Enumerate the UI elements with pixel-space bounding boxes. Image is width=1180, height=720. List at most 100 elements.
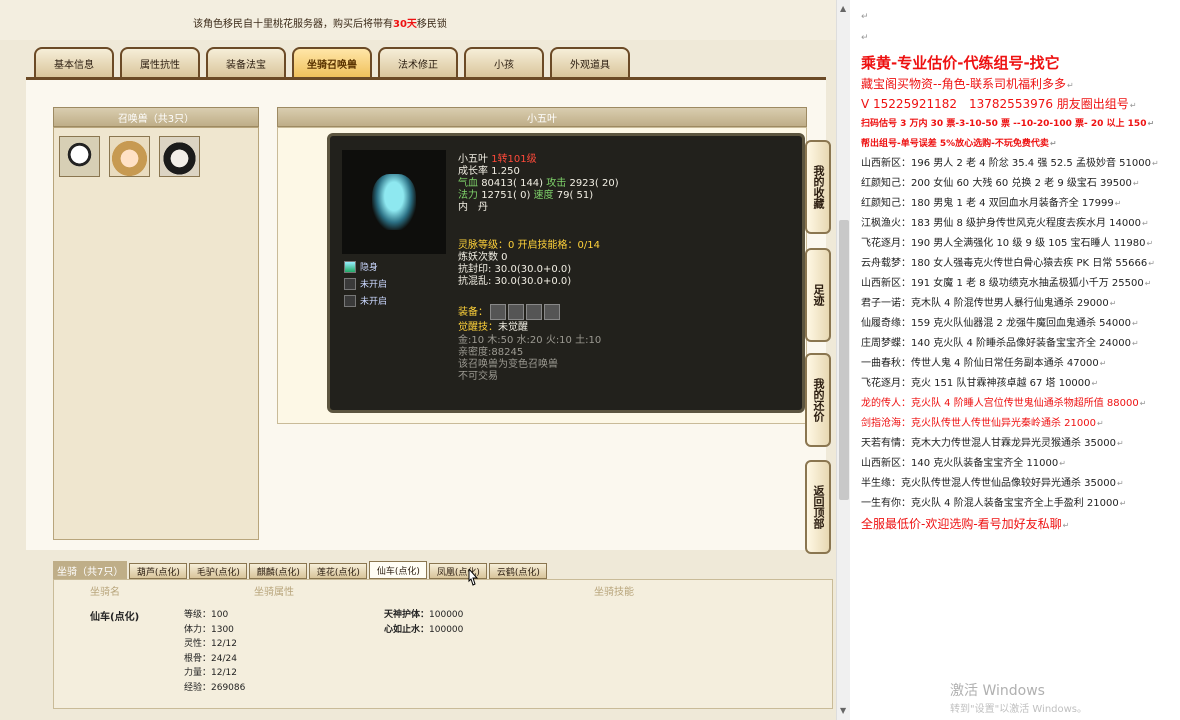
scroll-up-icon[interactable]: ▲: [840, 4, 846, 13]
equip-slot-2[interactable]: [508, 304, 524, 320]
doc-line: 君子一诺：克木队 4 阶混传世男人暴行仙鬼通杀 29000↵: [861, 294, 1179, 314]
attack-label: 攻击: [546, 178, 567, 189]
pet-skill-1[interactable]: 隐身: [344, 260, 378, 273]
doc-line-text: 龙的传人：克火队 4 阶睡人宫位传世鬼仙通杀物超所值 88000: [861, 398, 1139, 409]
mount-tab-crane[interactable]: 云鹤(点化): [489, 563, 548, 579]
doc-line-text: 山西新区：191 女魔 1 老 8 级功绩克水抽孟极狐小千万 25500: [861, 278, 1144, 289]
paragraph-mark-icon: ↵: [1132, 179, 1140, 188]
doc-line: 帮出组号-单号误差 5%放心选购-不玩免费代卖↵: [861, 134, 1179, 154]
back-to-top-button[interactable]: 返回顶部: [805, 460, 831, 554]
doc-line-text: 一生有你：克火队 4 阶混人装备宝宝齐全上手盈利 21000: [861, 498, 1119, 509]
pet-detail-header: 小五叶: [277, 107, 807, 127]
awaken-label: 觉醒技：: [458, 322, 498, 333]
doc-line: 飞花逐月：克火 151 队甘霖神孩卓越 67 塔 10000↵: [861, 374, 1179, 394]
mount-tab-phoenix[interactable]: 凤凰(点化): [429, 563, 488, 579]
paragraph-mark-icon: ↵: [1146, 239, 1154, 248]
mp-label: 法力: [458, 190, 478, 201]
doc-line: 云舟载梦：180 女人强毒克火传世白骨心猿去疾 PK 日常 55666↵: [861, 254, 1179, 274]
mount-tab-immortal-cart[interactable]: 仙车(点化): [369, 561, 428, 579]
pet-avatar-panda[interactable]: [59, 136, 100, 177]
doc-line: 天若有情：克木大力传世混人甘霖龙异光灵猴通杀 35000↵: [861, 434, 1179, 454]
mount-skill: 心如止水：100000: [384, 623, 463, 638]
doc-line-text: 山西新区：196 男人 2 老 4 阶忿 35.4 强 52.5 孟极妙音 51…: [861, 158, 1151, 169]
pet-skill-3[interactable]: 未开启: [344, 294, 387, 307]
paragraph-mark-icon: ↵: [1139, 399, 1147, 408]
paragraph-mark-icon: ↵: [1129, 101, 1137, 110]
tab-appearance[interactable]: 外观道具: [550, 47, 630, 77]
doc-line: 藏宝阁买物资--角色-联系司机福利多多↵: [861, 74, 1179, 94]
col-mount-name: 坐骑名: [90, 587, 120, 598]
page-scrollbar[interactable]: ▲ ▼: [836, 0, 850, 720]
mounts-table: 坐骑名 坐骑属性 坐骑技能 仙车(点化) 等级：100 体力：1300 灵性：1…: [53, 579, 833, 709]
mount-attr: 经验：269086: [184, 682, 246, 693]
pet-intimacy: 亲密度:88245: [458, 347, 524, 358]
doc-line: 一生有你：克火队 4 阶混人装备宝宝齐全上手盈利 21000↵: [861, 494, 1179, 514]
pet-list-header: 召唤兽（共3只）: [53, 107, 259, 127]
pet-chaos-resist: 抗混乱: 30.0(30.0+0.0): [458, 276, 572, 287]
paragraph-mark-icon: ↵: [1097, 419, 1104, 428]
locked-skill-icon: [344, 277, 356, 290]
mounts-title: 坐骑（共7只）: [53, 561, 128, 579]
mount-tab-qilin[interactable]: 麒麟(点化): [249, 563, 308, 579]
equip-slot-3[interactable]: [526, 304, 542, 320]
my-offers-button[interactable]: 我的还价: [805, 353, 831, 447]
col-mount-attrs: 坐骑属性: [254, 587, 294, 598]
doc-line: 仙履奇缘：159 克火队仙器混 2 龙强牛魔回血鬼通杀 54000↵: [861, 314, 1179, 334]
mount-attr: 体力：1300: [184, 624, 234, 635]
hp-label: 气血: [458, 178, 478, 189]
doc-line-text: 全服最低价-欢迎选购-看号加好友私聊: [861, 517, 1062, 531]
paragraph-mark-icon: ↵: [861, 12, 869, 22]
mount-skills: 天神护体：100000 心如止水：100000: [384, 608, 463, 637]
pet-refine-count: 炼妖次数 0: [458, 252, 508, 263]
pet-skill-label: 隐身: [360, 263, 379, 273]
equip-slot-4[interactable]: [544, 304, 560, 320]
mount-tab-donkey[interactable]: 毛驴(点化): [189, 563, 248, 579]
stealth-skill-icon: [344, 260, 356, 273]
doc-line-text: 红颜知己：200 女仙 60 大残 60 兑换 2 老 9 级宝石 39500: [861, 178, 1132, 189]
tab-mounts-pets[interactable]: 坐骑召唤兽: [292, 47, 372, 77]
doc-line-text: 扫码估号 3 万内 30 票-3-10-50 票 --10-20-100 票- …: [861, 119, 1147, 129]
favorites-label: 我的收藏: [812, 165, 825, 209]
pet-elements: 金:10 木:50 水:20 火:10 土:10: [458, 335, 602, 346]
paragraph-mark-icon: ↵: [1067, 81, 1074, 90]
footprint-button[interactable]: 足迹: [805, 248, 831, 342]
windows-activation-hint: 转到"设置"以激活 Windows。: [950, 704, 1088, 715]
pet-spirit-level: 灵脉等级：0 开启技能格：0/14: [458, 240, 600, 251]
speed-label: 速度: [533, 190, 554, 201]
pet-variant-note: 该召唤兽为变色召唤兽: [458, 359, 558, 370]
doc-heading-text: 乘黄-专业估价-代练组号-找它: [861, 54, 1060, 72]
mount-tab-gourd[interactable]: 葫芦(点化): [129, 563, 188, 579]
pet-skill-label: 未开启: [360, 297, 388, 307]
paragraph-mark-icon: ↵: [1109, 299, 1117, 308]
pet-avatar-girl[interactable]: [109, 136, 150, 177]
my-favorites-button[interactable]: 我的收藏: [805, 140, 831, 234]
scroll-down-icon[interactable]: ▼: [840, 706, 846, 715]
tab-children[interactable]: 小孩: [464, 47, 544, 77]
scrollbar-thumb[interactable]: [839, 220, 849, 500]
paragraph-mark-icon: ↵: [1114, 199, 1122, 208]
tab-basic-info[interactable]: 基本信息: [34, 47, 114, 77]
paragraph-mark-icon: ↵: [1131, 319, 1139, 328]
pet-seal-resist: 抗封印: 30.0(30.0+0.0): [458, 264, 572, 275]
paragraph-mark-icon: ↵: [1062, 521, 1070, 530]
mount-skill-value: 100000: [429, 624, 464, 635]
pet-creature-icon: [372, 174, 416, 230]
mount-tab-lotus[interactable]: 莲花(点化): [309, 563, 368, 579]
doc-line: 山西新区：196 男人 2 老 4 阶忿 35.4 强 52.5 孟极妙音 51…: [861, 154, 1179, 174]
paragraph-mark-icon: ↵: [1119, 499, 1127, 508]
main-tabs: 基本信息 属性抗性 装备法宝 坐骑召唤兽 法术修正 小孩 外观道具: [34, 47, 630, 77]
paragraph-mark-icon: ↵: [1091, 379, 1099, 388]
paragraph-mark-icon: ↵: [861, 33, 869, 43]
doc-line: 山西新区：140 克火队装备宝宝齐全 11000↵: [861, 454, 1179, 474]
mount-skill-value: 100000: [429, 610, 464, 620]
tab-attributes[interactable]: 属性抗性: [120, 47, 200, 77]
pet-skill-2[interactable]: 未开启: [344, 277, 387, 290]
pet-avatar-ghost[interactable]: [159, 136, 200, 177]
mount-name: 仙车(点化): [90, 612, 140, 623]
doc-line: 红颜知己：200 女仙 60 大残 60 兑换 2 老 9 级宝石 39500↵: [861, 174, 1179, 194]
mount-attributes: 等级：100 体力：1300 灵性：12/12 根骨：24/24 力量：12/1…: [184, 608, 245, 696]
mount-attr: 力量：12/12: [184, 668, 237, 679]
equip-slot-1[interactable]: [490, 304, 506, 320]
tab-equipment[interactable]: 装备法宝: [206, 47, 286, 77]
tab-spell-mods[interactable]: 法术修正: [378, 47, 458, 77]
